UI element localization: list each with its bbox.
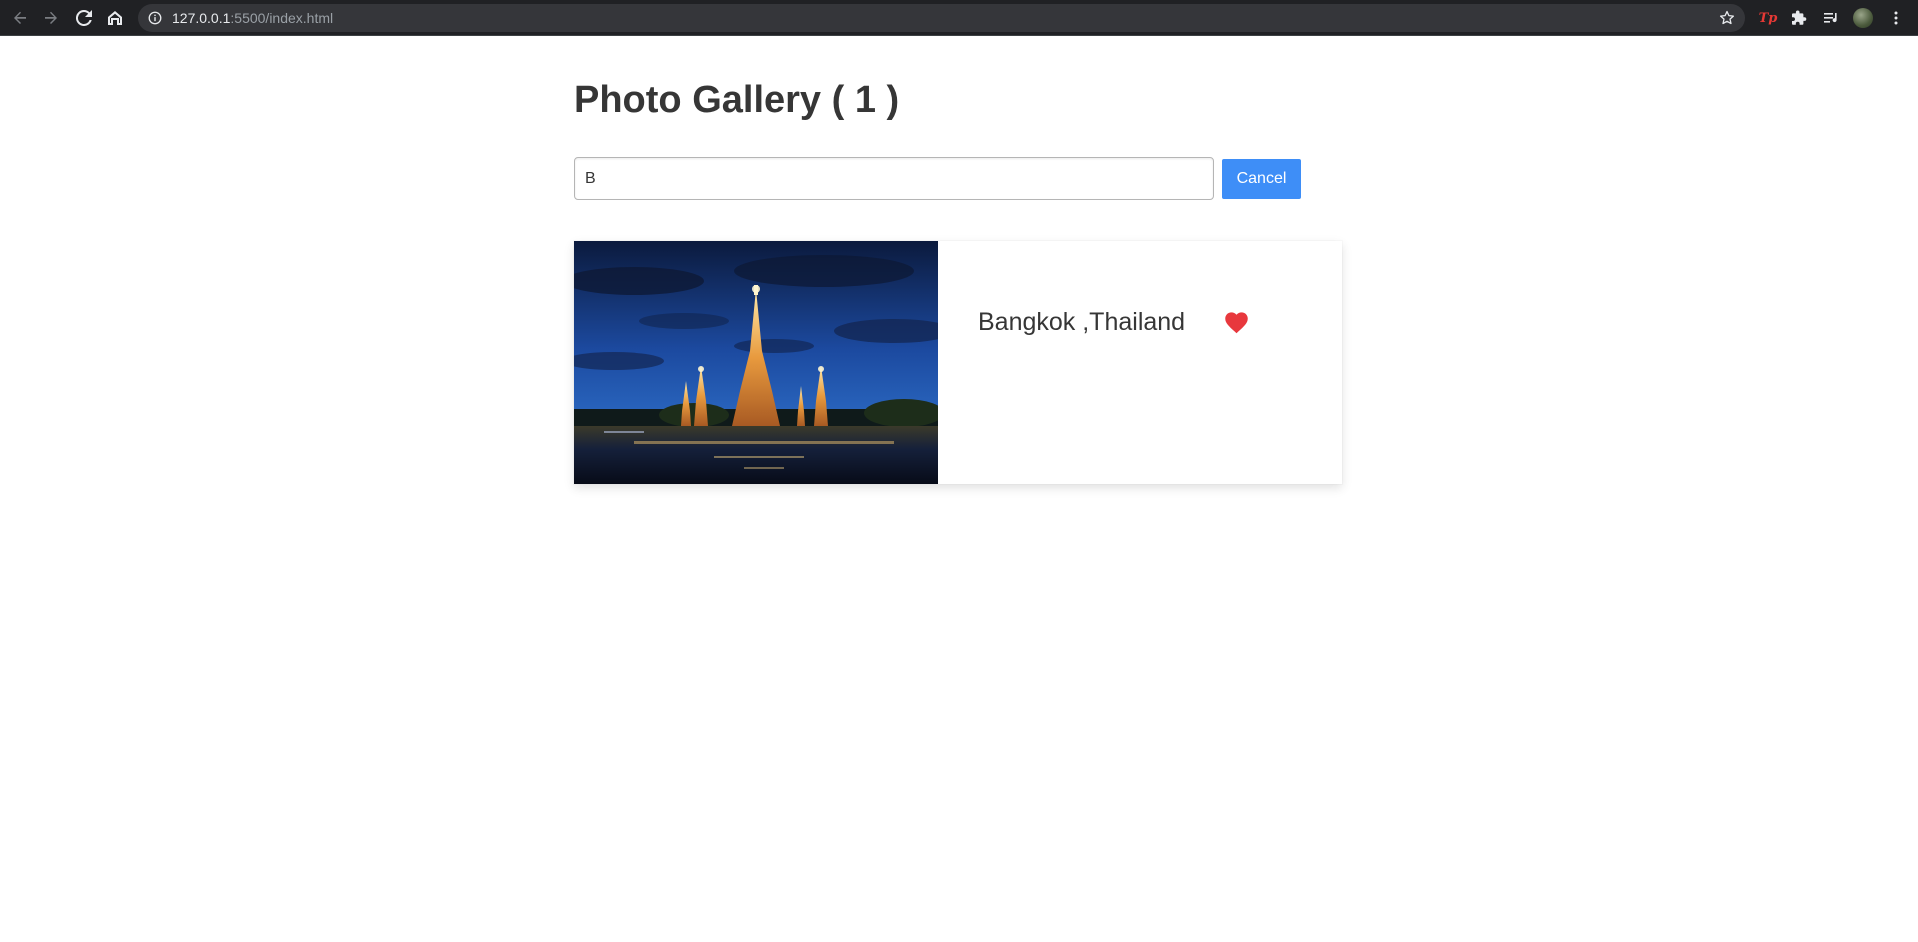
temple-photo-illustration [574, 241, 938, 484]
photo-card: Bangkok ,Thailand [574, 241, 1342, 484]
photo-image [574, 241, 938, 484]
search-input[interactable] [574, 157, 1214, 200]
page-title: Photo Gallery ( 1 ) [574, 79, 900, 121]
extensions-button[interactable] [1789, 8, 1809, 28]
home-icon [108, 11, 122, 25]
profile-button[interactable] [1853, 8, 1873, 28]
extensions-puzzle-icon [1792, 10, 1807, 25]
forward-arrow-icon [45, 11, 57, 24]
home-button[interactable] [104, 7, 126, 29]
heart-icon[interactable] [1223, 309, 1250, 336]
back-button[interactable] [9, 7, 31, 29]
page-content: Photo Gallery ( 1 ) Cancel [0, 37, 1918, 942]
photo-caption: Bangkok ,Thailand [978, 308, 1186, 336]
browser-menu-button[interactable] [1886, 8, 1906, 28]
tp-extension-icon[interactable]: Tp [1758, 8, 1778, 28]
reading-list-icon [1824, 13, 1837, 23]
cancel-button[interactable]: Cancel [1222, 159, 1301, 199]
browser-toolbar: 127.0.0.1:5500/index.html Tp [0, 0, 1918, 36]
url-path: :5500/index.html [230, 10, 334, 26]
url-host: 127.0.0.1 [172, 10, 231, 26]
back-arrow-icon [14, 11, 26, 24]
profile-avatar [1853, 8, 1873, 28]
reading-list-button[interactable] [1821, 8, 1841, 28]
url-text: 127.0.0.1:5500/index.html [172, 10, 333, 26]
address-bar[interactable]: 127.0.0.1:5500/index.html [138, 4, 1745, 32]
star-icon[interactable] [1719, 10, 1735, 26]
reload-icon [76, 10, 92, 26]
info-icon[interactable] [148, 11, 162, 25]
menu-dots-icon [1894, 11, 1898, 25]
forward-button[interactable] [40, 7, 62, 29]
reload-button[interactable] [73, 7, 95, 29]
